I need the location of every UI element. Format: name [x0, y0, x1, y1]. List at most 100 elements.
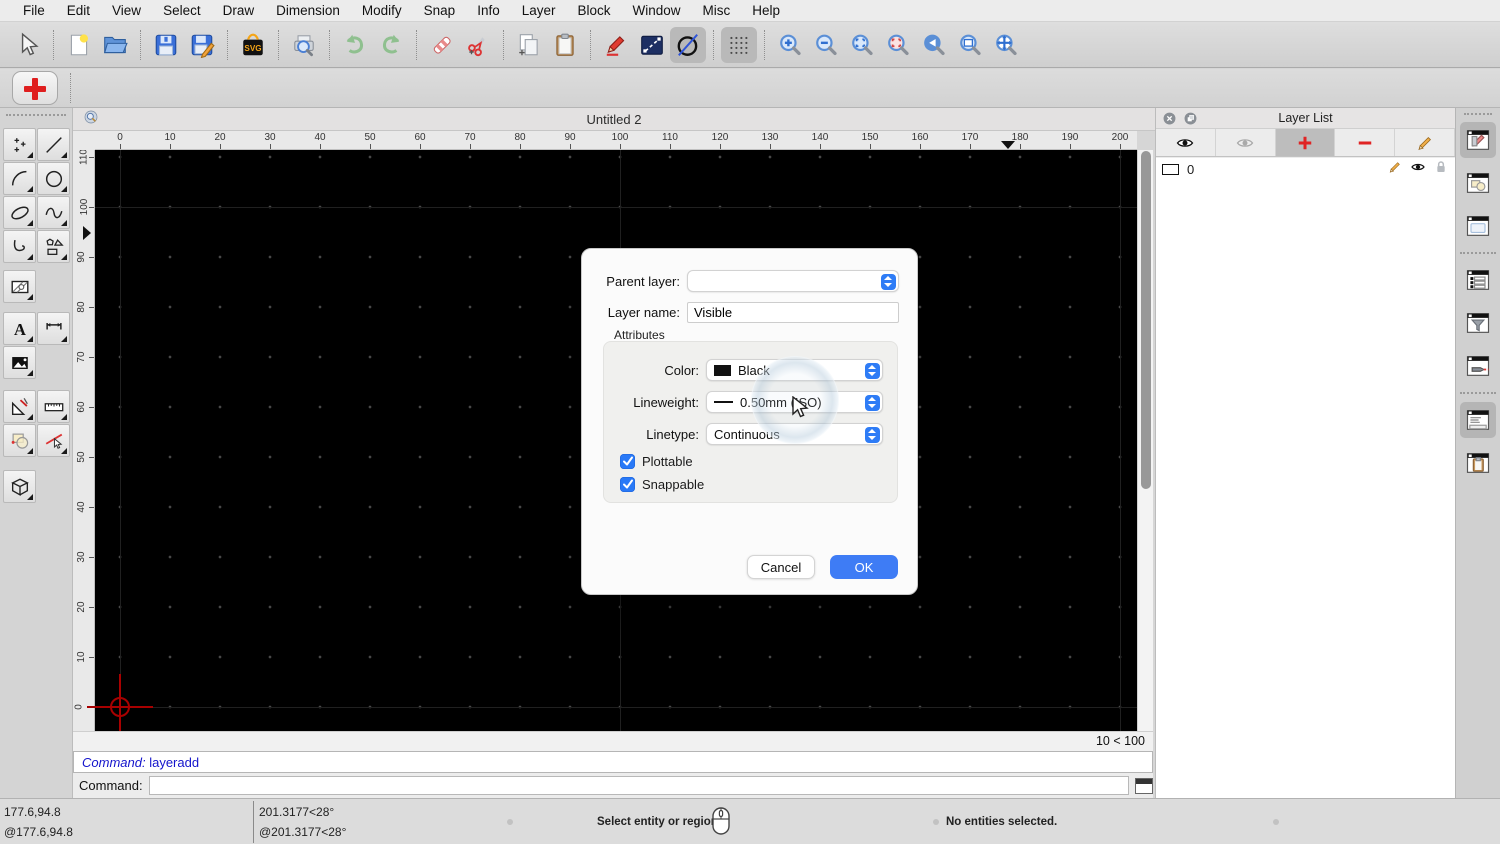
menu-dimension[interactable]: Dimension	[265, 0, 351, 22]
dock-entity-list-icon[interactable]	[1460, 262, 1496, 298]
polygon-tool-icon[interactable]	[37, 230, 70, 263]
add-layer-icon[interactable]	[1275, 129, 1336, 156]
cut-icon[interactable]	[460, 27, 496, 63]
ruler-top-tick: 160	[911, 132, 929, 143]
grid-icon[interactable]	[721, 26, 757, 63]
undo-icon[interactable]	[337, 27, 373, 63]
menu-draw[interactable]: Draw	[212, 0, 266, 22]
menu-block[interactable]: Block	[567, 0, 622, 22]
pointer-icon[interactable]	[10, 27, 46, 63]
zoom-out-icon[interactable]	[808, 27, 844, 63]
row-edit-pencil-icon[interactable]	[1387, 159, 1403, 180]
cancel-button[interactable]: Cancel	[747, 555, 815, 579]
menu-snap[interactable]: Snap	[413, 0, 467, 22]
command-dock-toggle-icon[interactable]	[1135, 777, 1153, 794]
edit-layer-icon[interactable]	[1395, 129, 1455, 156]
layer-row[interactable]: 0	[1156, 158, 1455, 180]
drafting-tool-icon[interactable]	[3, 390, 36, 423]
linetype-select[interactable]: Continuous	[706, 423, 883, 445]
menu-file[interactable]: File	[12, 0, 56, 22]
dock-pen-palette-icon[interactable]	[1460, 348, 1496, 384]
parent-layer-select[interactable]	[687, 270, 899, 292]
copy-icon[interactable]	[511, 27, 547, 63]
measure-tool-icon[interactable]	[37, 390, 70, 423]
arc-tool-icon[interactable]	[3, 162, 36, 195]
parent-layer-label: Parent layer:	[606, 273, 680, 289]
redo-icon[interactable]	[373, 27, 409, 63]
image-tool-icon[interactable]	[3, 346, 36, 379]
hatch-tool-icon[interactable]	[3, 270, 36, 303]
new-file-icon[interactable]	[61, 27, 97, 63]
dock-filter-icon[interactable]	[1460, 305, 1496, 341]
zoom-auto-icon[interactable]	[844, 27, 880, 63]
eraser-icon[interactable]	[424, 27, 460, 63]
dock-block-list-icon[interactable]	[1460, 165, 1496, 201]
dock-command-line-icon[interactable]	[1460, 402, 1496, 438]
line-tool-icon[interactable]	[37, 128, 70, 161]
command-input[interactable]	[148, 776, 1130, 795]
menu-view[interactable]: View	[101, 0, 152, 22]
menu-misc[interactable]: Misc	[692, 0, 742, 22]
svg-export-icon[interactable]: SVG	[235, 27, 271, 63]
pen-icon[interactable]	[598, 27, 634, 63]
open-file-icon[interactable]	[97, 27, 133, 63]
zoom-current-icon[interactable]	[880, 27, 916, 63]
lineweight-label: Lineweight:	[633, 394, 699, 410]
menu-help[interactable]: Help	[741, 0, 791, 22]
close-panel-icon[interactable]	[1162, 111, 1177, 126]
modify-tool-icon[interactable]	[37, 424, 70, 457]
dock-strip	[1455, 108, 1500, 798]
ok-button[interactable]: OK	[830, 555, 898, 579]
menu-layer[interactable]: Layer	[511, 0, 567, 22]
row-lock-icon[interactable]	[1433, 159, 1449, 180]
menu-select[interactable]: Select	[152, 0, 212, 22]
boolean-tool-icon[interactable]	[3, 424, 36, 457]
circle-line-icon[interactable]	[670, 26, 706, 63]
dock-drag-handle[interactable]	[1464, 113, 1492, 115]
menu-edit[interactable]: Edit	[56, 0, 101, 22]
add-layer-plus-icon[interactable]	[12, 71, 58, 105]
line-dash-icon[interactable]	[634, 27, 670, 63]
row-visible-eye-icon[interactable]	[1410, 159, 1426, 180]
menu-modify[interactable]: Modify	[351, 0, 413, 22]
ruler-left-tick: 80	[76, 301, 88, 313]
zoom-window-icon[interactable]	[952, 27, 988, 63]
text-tool-icon[interactable]: A	[3, 312, 36, 345]
dimension-tool-icon[interactable]	[37, 312, 70, 345]
plottable-checkbox[interactable]	[620, 454, 635, 469]
save-as-icon[interactable]	[184, 27, 220, 63]
ruler-top-tick: 90	[564, 132, 576, 143]
ruler-left-tick: 90	[76, 251, 88, 263]
hide-all-layers-eye-icon[interactable]	[1216, 129, 1276, 156]
vertical-scrollbar[interactable]	[1137, 150, 1153, 731]
lineweight-select[interactable]: 0.50mm (ISO)	[706, 391, 883, 413]
layer-name-input[interactable]	[687, 302, 899, 323]
ruler-top-tick: 50	[364, 132, 376, 143]
paste-icon[interactable]	[547, 27, 583, 63]
zoom-pan-icon[interactable]	[988, 27, 1024, 63]
document-titlebar[interactable]: Untitled 2	[73, 108, 1155, 131]
ellipse-tool-icon[interactable]	[3, 196, 36, 229]
circle-tool-icon[interactable]	[37, 162, 70, 195]
save-icon[interactable]	[148, 27, 184, 63]
remove-layer-icon[interactable]	[1335, 129, 1396, 156]
dock-library-browser-icon[interactable]	[1460, 208, 1496, 244]
snappable-checkbox[interactable]	[620, 477, 635, 492]
zoom-previous-icon[interactable]	[916, 27, 952, 63]
dock-clipboard-icon[interactable]	[1460, 445, 1496, 481]
zoom-in-icon[interactable]	[772, 27, 808, 63]
show-all-layers-eye-icon[interactable]	[1156, 129, 1216, 156]
palette-drag-handle[interactable]	[6, 114, 66, 122]
box3d-tool-icon[interactable]	[3, 470, 36, 503]
points-tool-icon[interactable]	[3, 128, 36, 161]
polyline-tool-icon[interactable]	[3, 230, 36, 263]
print-preview-icon[interactable]	[286, 27, 322, 63]
layer-color-swatch	[1162, 163, 1179, 175]
menu-window[interactable]: Window	[622, 0, 692, 22]
scrollbar-thumb[interactable]	[1141, 151, 1151, 489]
color-select[interactable]: Black	[706, 359, 883, 381]
float-panel-icon[interactable]	[1183, 111, 1198, 126]
spline-tool-icon[interactable]	[37, 196, 70, 229]
dock-layer-list-icon[interactable]	[1460, 122, 1496, 158]
menu-info[interactable]: Info	[466, 0, 511, 22]
